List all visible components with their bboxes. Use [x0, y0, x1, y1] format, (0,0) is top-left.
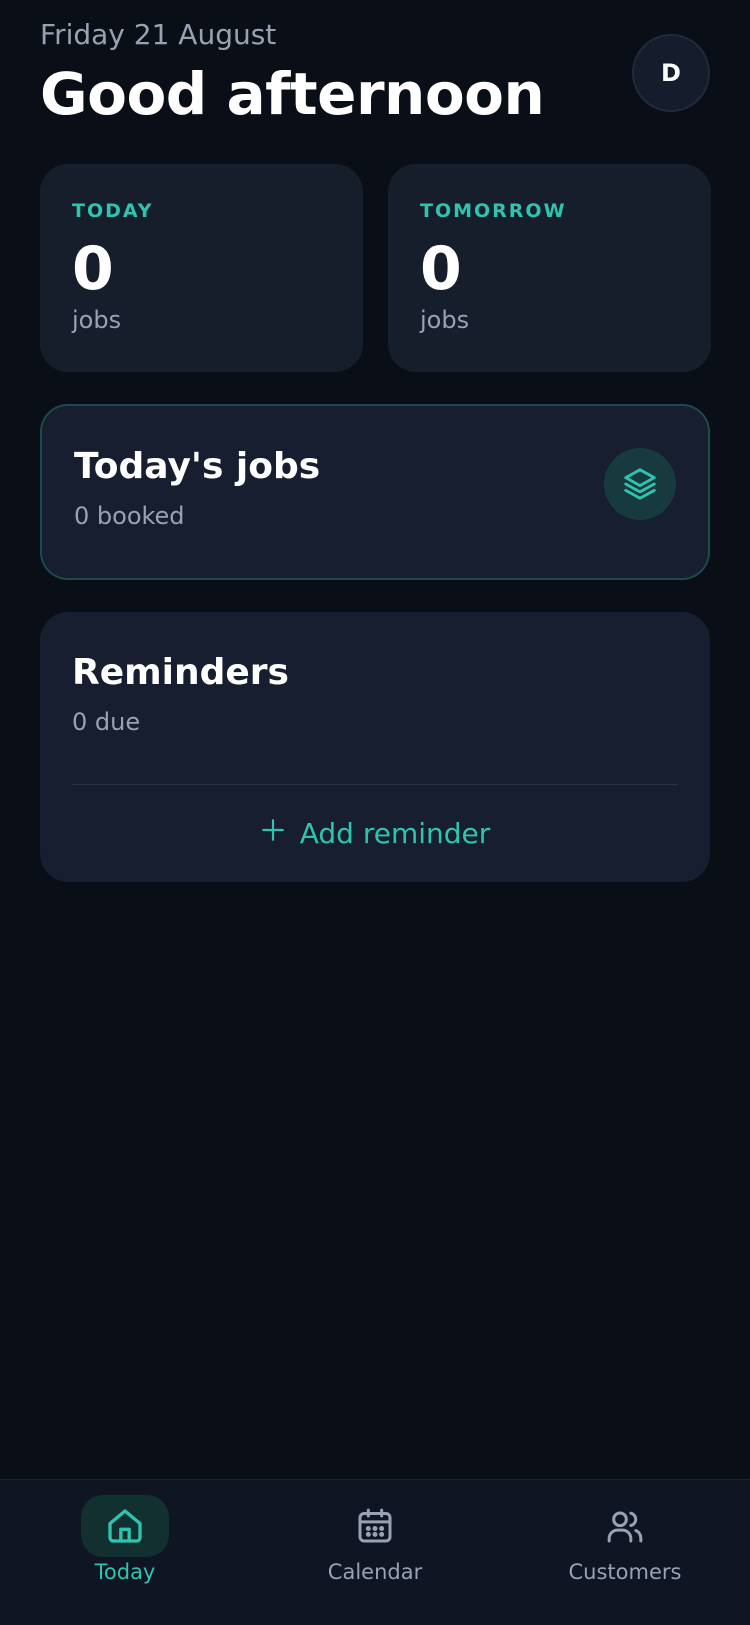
reminders-count: 0 due [72, 708, 141, 736]
add-reminder-button[interactable]: Add reminder [72, 796, 678, 870]
nav-item-customers[interactable]: Customers [500, 1480, 750, 1625]
stat-card-today[interactable]: TODAY 0 jobs [40, 164, 363, 372]
stat-label: TOMORROW [420, 200, 567, 222]
stat-card-tomorrow[interactable]: TOMORROW 0 jobs [388, 164, 711, 372]
stat-label: TODAY [72, 200, 154, 222]
nav-label-calendar: Calendar [327, 1560, 423, 1584]
nav-label-today: Today [94, 1560, 156, 1584]
nav-item-calendar[interactable]: Calendar [250, 1480, 500, 1625]
stat-value: 0 [72, 234, 114, 304]
stat-value: 0 [420, 234, 462, 304]
avatar[interactable]: D [632, 34, 710, 112]
todays-jobs-card[interactable]: Today's jobs 0 booked [40, 404, 710, 580]
divider [72, 784, 678, 785]
todays-jobs-count: 0 booked [74, 502, 185, 530]
reminders-card: Reminders 0 due Add reminder [40, 612, 710, 882]
add-reminder-label: Add reminder [299, 816, 491, 850]
home-icon [81, 1495, 169, 1557]
layers-icon [604, 448, 676, 520]
stat-unit: jobs [420, 306, 470, 334]
calendar-icon [331, 1495, 419, 1557]
users-icon [581, 1495, 669, 1557]
nav-label-customers: Customers [568, 1560, 682, 1584]
page-title: Good afternoon [40, 60, 545, 128]
reminders-title: Reminders [72, 652, 289, 693]
header: Friday 21 August Good afternoon D [40, 0, 710, 140]
nav-item-today[interactable]: Today [0, 1480, 250, 1625]
stat-unit: jobs [72, 306, 122, 334]
todays-jobs-title: Today's jobs [74, 446, 321, 487]
bottom-nav: Today Calendar Customers [0, 1479, 750, 1625]
date-label: Friday 21 August [40, 18, 277, 51]
plus-icon [260, 817, 286, 850]
